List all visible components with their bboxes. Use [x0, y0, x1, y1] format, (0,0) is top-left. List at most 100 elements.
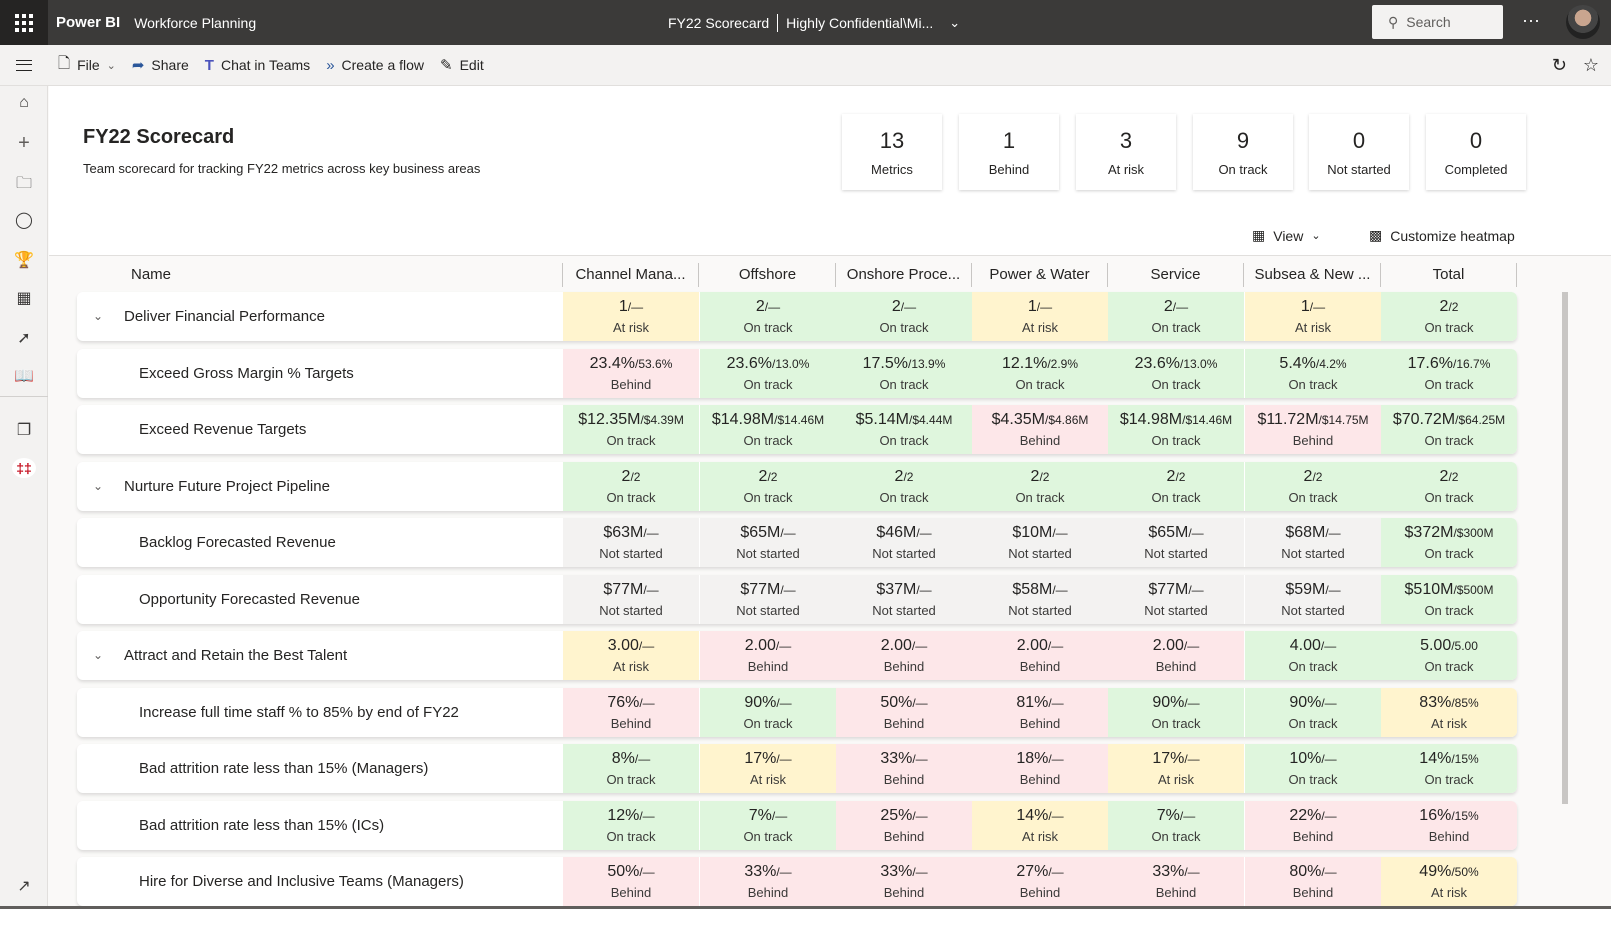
column-header[interactable]: Power & Water — [972, 263, 1108, 287]
heatmap-cell[interactable]: $77M/—Not started — [700, 575, 836, 624]
heatmap-cell[interactable]: 8%/—On track — [563, 744, 699, 793]
nav-toggle-button[interactable] — [0, 60, 48, 71]
column-header[interactable]: Offshore — [700, 263, 836, 287]
row-name[interactable]: Bad attrition rate less than 15% (Manage… — [139, 744, 428, 793]
row-name[interactable]: Hire for Diverse and Inclusive Teams (Ma… — [139, 857, 464, 906]
heatmap-cell[interactable]: 33%/—Behind — [836, 744, 972, 793]
heatmap-cell[interactable]: 17%/—At risk — [700, 744, 836, 793]
heatmap-cell[interactable]: 27%/—Behind — [972, 857, 1108, 906]
goal-row[interactable]: ⌄Nurture Future Project Pipeline2/2On tr… — [77, 462, 1517, 511]
user-avatar[interactable] — [1566, 5, 1600, 39]
column-header[interactable]: Subsea & New ... — [1245, 263, 1381, 287]
favorite-star-icon[interactable]: ☆ — [1583, 55, 1599, 76]
heatmap-cell[interactable]: 2/—On track — [1108, 292, 1244, 341]
metric-row[interactable]: Backlog Forecasted Revenue $63M/—Not star… — [77, 518, 1517, 567]
heatmap-cell[interactable]: 76%/—Behind — [563, 688, 699, 737]
heatmap-cell[interactable]: $12.35M/$4.39MOn track — [563, 405, 699, 454]
heatmap-cell[interactable]: 14%/15%On track — [1381, 744, 1517, 793]
metric-row[interactable]: Opportunity Forecasted Revenue$77M/—Not … — [77, 575, 1517, 624]
workspace-link[interactable]: Workforce Planning — [134, 15, 256, 31]
heatmap-cell[interactable]: $5.14M/$4.44MOn track — [836, 405, 972, 454]
heatmap-cell[interactable]: 22%/—Behind — [1245, 801, 1381, 850]
data-hub-icon[interactable]: ◯ — [0, 210, 48, 230]
refresh-icon[interactable]: ↻ — [1552, 55, 1567, 76]
vertical-scrollbar[interactable] — [1562, 292, 1568, 804]
heatmap-cell[interactable]: 2/2On track — [836, 462, 972, 511]
heatmap-cell[interactable]: 2.00/—Behind — [836, 631, 972, 680]
heatmap-cell[interactable]: $65M/—Not started — [700, 518, 836, 567]
collapse-chevron-icon[interactable]: ⌄ — [93, 292, 103, 341]
app-launcher-button[interactable] — [0, 0, 48, 45]
heatmap-cell[interactable]: 50%/—Behind — [563, 857, 699, 906]
heatmap-cell[interactable]: 7%/—On track — [700, 801, 836, 850]
metric-row[interactable]: Bad attrition rate less than 15% (Manage… — [77, 744, 1517, 793]
heatmap-cell[interactable]: 2/—On track — [836, 292, 972, 341]
heatmap-cell[interactable]: $14.98M/$14.46MOn track — [1108, 405, 1244, 454]
heatmap-cell[interactable]: 90%/—On track — [700, 688, 836, 737]
heatmap-cell[interactable]: 5.4%/4.2%On track — [1245, 349, 1381, 398]
heatmap-cell[interactable]: $68M/—Not started — [1245, 518, 1381, 567]
customize-heatmap-button[interactable]: ▩ Customize heatmap — [1369, 227, 1515, 244]
heatmap-cell[interactable]: $65M/—Not started — [1108, 518, 1244, 567]
row-name[interactable]: Backlog Forecasted Revenue — [139, 518, 336, 567]
report-title-dropdown[interactable]: FY22 Scorecard Highly Confidential\Mi...… — [668, 0, 960, 45]
metric-row[interactable]: Exceed Revenue Targets$12.35M/$4.39MOn t… — [77, 405, 1517, 454]
heatmap-cell[interactable]: 12%/—On track — [563, 801, 699, 850]
row-name[interactable]: Deliver Financial Performance — [124, 292, 325, 341]
heatmap-cell[interactable]: 2/2On track — [972, 462, 1108, 511]
column-header[interactable]: Channel Mana... — [563, 263, 699, 287]
heatmap-cell[interactable]: 2.00/—Behind — [972, 631, 1108, 680]
collapse-chevron-icon[interactable]: ⌄ — [93, 631, 103, 680]
stat-card-not-started[interactable]: 0Not started — [1309, 114, 1409, 190]
heatmap-cell[interactable]: $10M/—Not started — [972, 518, 1108, 567]
heatmap-cell[interactable]: $37M/—Not started — [836, 575, 972, 624]
heatmap-cell[interactable]: 2/—On track — [700, 292, 836, 341]
metric-row[interactable]: Exceed Gross Margin % Targets23.4%/53.6%… — [77, 349, 1517, 398]
heatmap-cell[interactable]: 2/2On track — [1381, 292, 1517, 341]
heatmap-cell[interactable]: $63M/—Not started — [563, 518, 699, 567]
search-input[interactable]: ⚲ Search — [1372, 5, 1503, 39]
heatmap-cell[interactable]: $11.72M/$14.75MBehind — [1245, 405, 1381, 454]
heatmap-cell[interactable]: 23.6%/13.0%On track — [1108, 349, 1244, 398]
workforce-app-icon[interactable]: ‡‡ — [12, 458, 36, 478]
heatmap-cell[interactable]: $510M/$500MOn track — [1381, 575, 1517, 624]
heatmap-cell[interactable]: 17.5%/13.9%On track — [836, 349, 972, 398]
heatmap-cell[interactable]: 90%/—On track — [1108, 688, 1244, 737]
name-column-header[interactable]: Name — [131, 263, 171, 287]
create-icon[interactable]: + — [0, 132, 48, 155]
heatmap-cell[interactable]: 3.00/—At risk — [563, 631, 699, 680]
heatmap-cell[interactable]: 2/2On track — [1245, 462, 1381, 511]
stat-card-metrics[interactable]: 13Metrics — [842, 114, 942, 190]
heatmap-cell[interactable]: $77M/—Not started — [1108, 575, 1244, 624]
learn-book-icon[interactable]: 📖 — [0, 366, 48, 386]
stat-card-behind[interactable]: 1Behind — [959, 114, 1059, 190]
column-header[interactable]: Total — [1381, 263, 1517, 287]
heatmap-cell[interactable]: 18%/—Behind — [972, 744, 1108, 793]
heatmap-cell[interactable]: 4.00/—On track — [1245, 631, 1381, 680]
row-name[interactable]: Attract and Retain the Best Talent — [124, 631, 347, 680]
heatmap-cell[interactable]: 50%/—Behind — [836, 688, 972, 737]
metric-row[interactable]: Increase full time staff % to 85% by end… — [77, 688, 1517, 737]
heatmap-cell[interactable]: 81%/—Behind — [972, 688, 1108, 737]
column-header[interactable]: Onshore Proce... — [836, 263, 972, 287]
column-divider[interactable] — [562, 263, 563, 287]
heatmap-cell[interactable]: $4.35M/$4.86MBehind — [972, 405, 1108, 454]
heatmap-cell[interactable]: 25%/—Behind — [836, 801, 972, 850]
heatmap-cell[interactable]: 7%/—On track — [1108, 801, 1244, 850]
deployment-rocket-icon[interactable]: ➚ — [0, 328, 48, 348]
app-name[interactable]: Power BI — [56, 14, 120, 31]
goal-row[interactable]: ⌄ Attract and Retain the Best Talent 3.00/… — [77, 631, 1517, 680]
row-name[interactable]: Nurture Future Project Pipeline — [124, 462, 330, 511]
edit-button[interactable]: ✎ Edit — [440, 56, 484, 74]
chat-in-teams-button[interactable]: T Chat in Teams — [205, 57, 310, 74]
apps-icon[interactable]: ▦ — [0, 288, 48, 308]
heatmap-cell[interactable]: 5.00/5.00On track — [1381, 631, 1517, 680]
heatmap-cell[interactable]: 23.4%/53.6%Behind — [563, 349, 699, 398]
heatmap-cell[interactable]: 2/2On track — [1108, 462, 1244, 511]
metric-row[interactable]: Bad attrition rate less than 15% (ICs)12… — [77, 801, 1517, 850]
heatmap-cell[interactable]: $46M/—Not started — [836, 518, 972, 567]
metric-row[interactable]: Hire for Diverse and Inclusive Teams (Ma… — [77, 857, 1517, 906]
heatmap-cell[interactable]: $70.72M/$64.25MOn track — [1381, 405, 1517, 454]
heatmap-cell[interactable]: 33%/—Behind — [1108, 857, 1244, 906]
file-menu-button[interactable]: 🗋 File ⌄ — [58, 53, 116, 78]
